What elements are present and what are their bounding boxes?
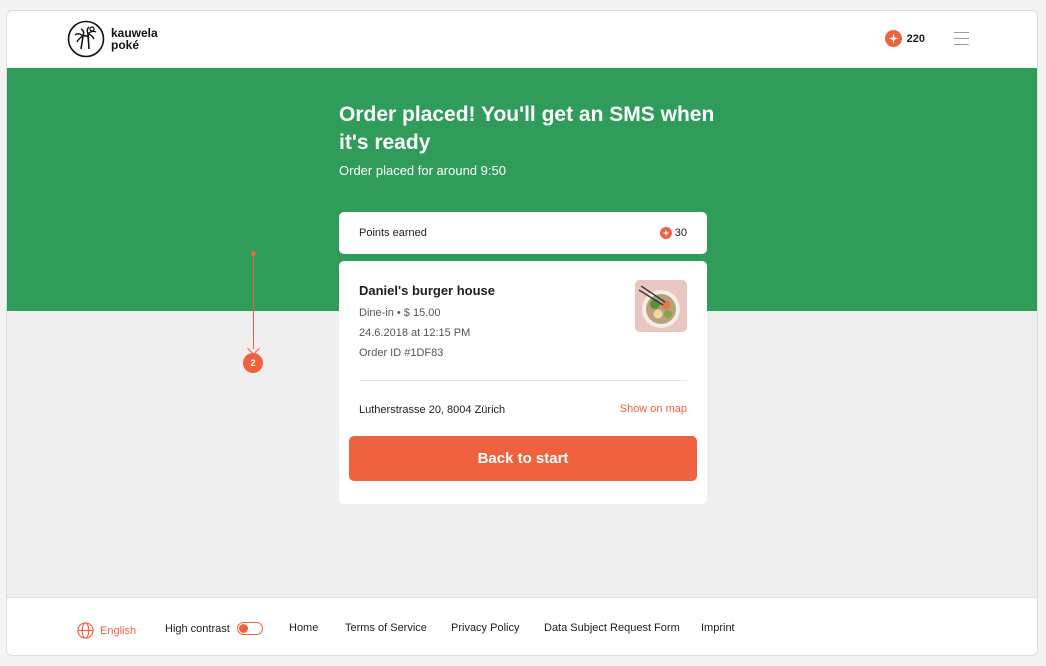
app-window: kauwela poké 220 Order placed! You'll ge…: [6, 10, 1038, 656]
points-earned-amount: 30: [659, 227, 687, 239]
star-icon: [659, 227, 672, 239]
annotation-marker: 2: [243, 353, 263, 373]
page-title: Order placed! You'll get an SMS when it'…: [339, 103, 715, 154]
order-summary-card: Daniel's burger house Dine-in • $ 15.00 …: [339, 261, 707, 504]
points-earned-card: Points earned 30: [339, 212, 707, 254]
high-contrast-toggle[interactable]: [236, 622, 263, 635]
restaurant-address: Lutherstrasse 20, 8004 Zürich: [359, 404, 506, 416]
points-balance-badge[interactable]: 220: [884, 30, 925, 47]
pickup-time-text: Order placed for around 9:50: [339, 163, 506, 178]
brand-name-line2: poké: [111, 38, 140, 52]
order-id: Order ID #1DF83: [359, 347, 444, 359]
footer-link-imprint[interactable]: Imprint: [701, 622, 735, 634]
star-icon: [884, 30, 902, 47]
points-balance-value: 220: [906, 32, 925, 45]
high-contrast-label: High contrast: [165, 622, 230, 635]
footer-link-dsr-form[interactable]: Data Subject Request Form: [544, 622, 680, 634]
palm-logo-icon: [67, 20, 105, 58]
show-on-map-link[interactable]: Show on map: [620, 403, 687, 415]
back-to-start-button[interactable]: Back to start: [349, 436, 697, 481]
top-bar: kauwela poké 220: [7, 11, 1037, 68]
brand-logo[interactable]: kauwela poké: [67, 20, 158, 58]
globe-icon: [77, 622, 94, 639]
hamburger-menu-icon[interactable]: [954, 32, 969, 45]
card-divider: [359, 380, 687, 381]
language-selector[interactable]: English: [77, 622, 136, 639]
points-earned-label: Points earned: [359, 227, 427, 239]
footer: English High contrast Home Terms of Serv…: [7, 597, 1037, 655]
points-earned-value: 30: [674, 227, 687, 239]
brand-wordmark: kauwela poké: [111, 27, 158, 51]
footer-link-privacy[interactable]: Privacy Policy: [451, 622, 519, 634]
order-datetime: 24.6.2018 at 12:15 PM: [359, 327, 471, 339]
footer-link-home[interactable]: Home: [289, 622, 318, 634]
food-bowl-image: [635, 280, 687, 332]
footer-link-terms[interactable]: Terms of Service: [345, 622, 427, 634]
annotation-line: [253, 255, 254, 349]
restaurant-name: Daniel's burger house: [359, 283, 496, 298]
language-label: English: [100, 624, 137, 637]
high-contrast-control[interactable]: High contrast: [165, 622, 263, 635]
order-type-price: Dine-in • $ 15.00: [359, 307, 441, 319]
